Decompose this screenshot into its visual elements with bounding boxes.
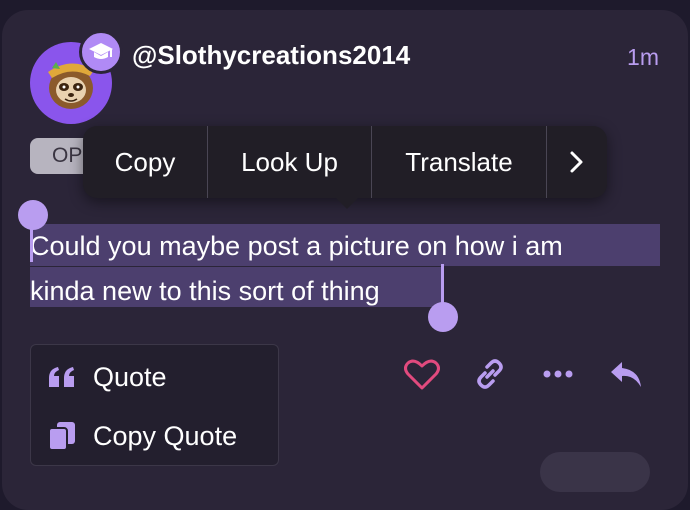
reply-icon [611,362,641,387]
graduation-cap-icon [89,43,113,59]
selection-end-handle[interactable] [428,302,458,332]
copy-icon [31,421,93,451]
text-context-menu: Copy Look Up Translate [83,126,607,209]
selection-start-handle[interactable] [18,200,48,230]
post-body-line-2: kinda new to this sort of thing [30,276,380,306]
context-menu-copy[interactable]: Copy [83,126,208,198]
context-menu-look-up[interactable]: Look Up [208,126,372,198]
education-badge [79,30,123,74]
more-options-button[interactable] [538,354,578,394]
like-button[interactable] [402,354,442,394]
context-menu-translate[interactable]: Translate [372,126,547,198]
bottom-button-partial[interactable] [540,452,650,492]
quote-popup: Quote Copy Quote [30,344,279,466]
link-icon [477,359,503,389]
selection-start-caret [30,222,33,262]
post-body[interactable]: Could you maybe post a picture on how i … [30,224,670,314]
copy-quote-button[interactable]: Copy Quote [31,411,280,461]
heart-icon [404,359,440,390]
copy-quote-label: Copy Quote [93,420,238,451]
username[interactable]: @Slothycreations2014 [132,40,410,71]
quote-label: Quote [93,361,167,392]
reply-button[interactable] [604,354,648,394]
post-timestamp: 1m [627,44,659,70]
post-body-line-1: Could you maybe post a picture on how i … [30,231,563,261]
context-menu-more[interactable] [547,126,607,198]
chevron-right-icon [570,151,583,173]
quote-button[interactable]: Quote [31,352,280,402]
selection-end-caret [441,264,444,306]
more-icon [543,370,573,378]
copy-link-button[interactable] [470,354,510,394]
quote-icon [31,366,93,388]
